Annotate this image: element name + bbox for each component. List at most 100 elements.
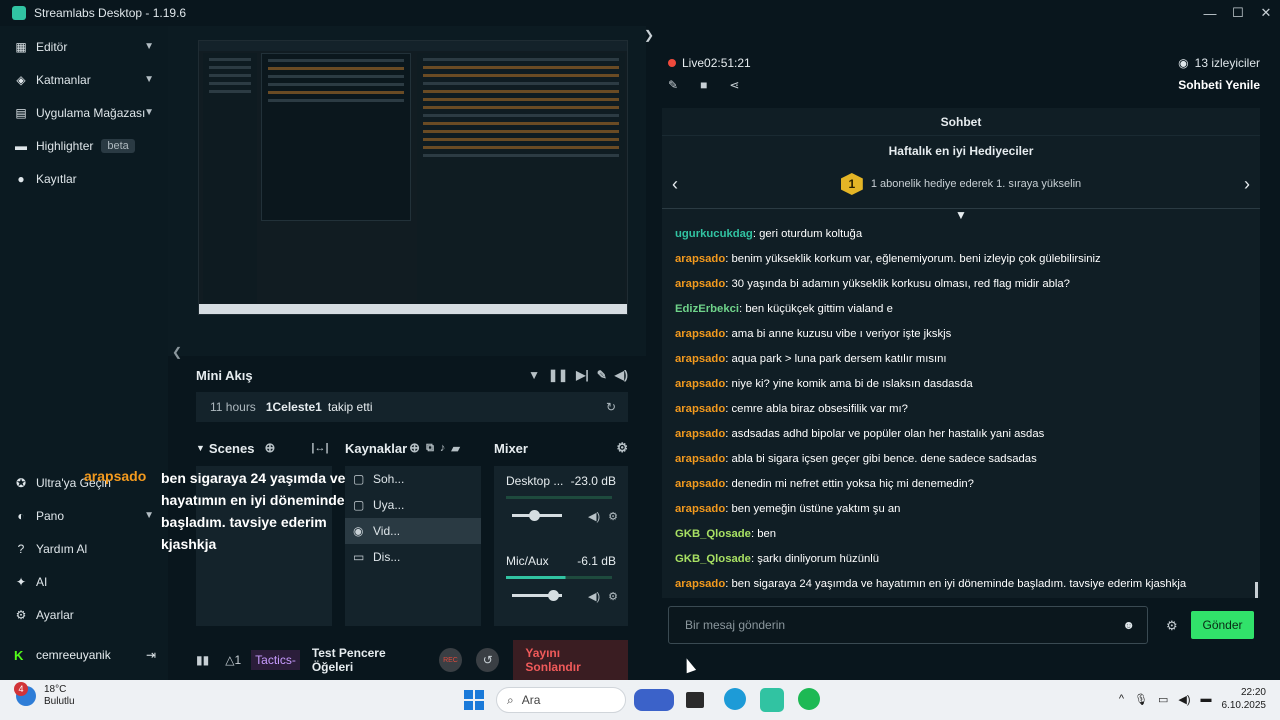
weather-widget[interactable]: 4 18°C Bulutlu [14,682,75,708]
tactics-button[interactable]: Tactics- [251,650,300,670]
test-widgets-button[interactable]: Test Pencere Öğeleri [312,646,427,674]
battery-icon[interactable]: ▬ [1201,693,1212,705]
chat-message: arapsado: cemre abla biraz obsesifilik v… [662,396,1260,421]
chat-username[interactable]: arapsado [675,353,725,365]
chevron-left-icon[interactable]: ❮ [172,345,182,359]
skip-icon[interactable]: ▶| [576,368,589,382]
transition-icon[interactable]: |↔| [311,442,328,454]
chat-username[interactable]: arapsado [675,453,725,465]
chevron-left-icon[interactable]: ‹ [672,174,678,195]
windows-start-icon[interactable] [464,690,484,710]
sidebar-item-help[interactable]: ? Yardım Al [0,532,168,565]
clock[interactable]: 22:20 6.10.2025 [1222,686,1267,712]
top-gifters-title: Haftalık en iyi Hediyeciler [888,144,1034,158]
user-profile[interactable]: K cemreeuyanik ⇥ [0,641,168,669]
chevron-down-icon[interactable]: ▼ [144,510,154,521]
gear-icon[interactable]: ⚙ [608,590,618,603]
record-button[interactable]: REC [438,648,463,672]
mixer-settings-icon[interactable]: ⚙ [616,440,628,456]
chat-username[interactable]: ugurkucukdag [675,228,753,240]
maximize-button[interactable]: ☐ [1224,0,1252,26]
chat-input[interactable]: Bir mesaj gönderin ☻ [668,606,1148,644]
minimize-button[interactable]: — [1196,0,1224,26]
display-icon[interactable]: ▭ [1158,693,1168,706]
volume-icon[interactable]: ◀) [1178,693,1190,706]
search-highlight-icon[interactable] [634,689,674,711]
sidebar-item-editor[interactable]: ▦ Editör ▼ [0,30,168,63]
volume-icon[interactable]: ◀) [588,510,600,523]
sidebar-item-layers[interactable]: ◈ Katmanlar ▼ [0,63,168,96]
volume-icon[interactable]: ◀) [615,368,628,382]
sidebar-item-settings[interactable]: ⚙ Ayarlar [0,598,168,631]
chevron-down-icon[interactable]: ▼ [196,443,205,453]
taskbar-search[interactable]: ⌕ Ara [496,687,626,713]
event-time: 11 hours [210,400,256,414]
chevron-down-icon[interactable]: ▼ [144,107,154,118]
stream-preview[interactable] [198,40,628,315]
mute-alerts-icon[interactable]: ✎ [597,368,607,382]
chat-username[interactable]: arapsado [675,503,725,515]
share-icon[interactable]: ⋖ [729,78,739,92]
volume-slider[interactable] [512,590,562,601]
close-button[interactable]: ✕ [1252,0,1280,26]
source-audio-icon[interactable]: ♪ [440,442,446,454]
chat-username[interactable]: GKB_Qlosade [675,553,751,565]
streamlabs-app-icon[interactable] [760,688,784,712]
chat-username[interactable]: arapsado [675,378,725,390]
chevron-down-icon[interactable]: ▼ [144,74,154,85]
sidebar-item-store[interactable]: ▤ Uygulama Mağazası ▼ [0,96,168,129]
sidebar-item-ai[interactable]: ✦ AI [0,565,168,598]
add-scene-icon[interactable]: ⊕ [264,440,275,456]
sidebar-item-label: Highlighter [36,138,94,153]
chat-username[interactable]: arapsado [675,403,725,415]
chevron-right-icon[interactable]: › [1244,174,1250,195]
refresh-icon[interactable]: ↻ [606,400,616,414]
emoji-icon[interactable]: ☻ [1122,618,1135,632]
chat-username[interactable]: EdizErbekci [675,303,739,315]
chat-filter-icon[interactable]: ▼ [662,209,1260,221]
chat-username[interactable]: arapsado [675,278,725,290]
chat-scrollbar[interactable] [1255,582,1258,598]
chevron-up-icon[interactable]: ^ [1119,693,1124,705]
store-icon: ▤ [15,105,27,120]
filter-icon[interactable]: ▼ [528,368,540,382]
alert-icon[interactable]: △1 [225,653,241,667]
chat-settings-icon[interactable]: ⚙ [1166,618,1178,634]
performance-icon[interactable]: ▮▮ [196,653,209,667]
chat-username[interactable]: arapsado [675,578,725,590]
chat-username[interactable]: arapsado [675,328,725,340]
edit-stream-icon[interactable]: ✎ [668,78,678,92]
sidebar-item-highlighter[interactable]: ▬ Highlighter beta [0,129,168,162]
slider-knob[interactable] [548,590,559,601]
volume-slider[interactable] [512,510,562,521]
source-group-icon[interactable]: ⧉ [426,442,434,455]
chevron-down-icon[interactable]: ▼ [144,41,154,52]
sidebar-item-recordings[interactable]: ● Kayıtlar [0,162,168,195]
end-stream-button[interactable]: Yayını Sonlandır [513,640,629,680]
replay-buffer-icon[interactable]: ↺ [476,648,500,672]
chat-username[interactable]: GKB_Qlosade [675,528,751,540]
gear-icon[interactable]: ⚙ [608,510,618,523]
sidebar-item-dashboard[interactable]: ◐ Pano ▼ [0,499,168,532]
sidebar-item-label: Pano [36,508,65,523]
send-button[interactable]: Gönder [1191,611,1254,639]
pause-icon[interactable]: ❚❚ [548,368,568,382]
chat-username[interactable]: arapsado [675,253,725,265]
chevron-right-icon[interactable]: ❯ [644,28,654,42]
viewer-count-label: 13 izleyiciler [1194,56,1260,70]
chat-username[interactable]: arapsado [675,478,725,490]
folder-icon[interactable]: ▰ [451,442,459,455]
video-icon[interactable]: ■ [700,78,707,92]
refresh-chat-button[interactable]: Sohbeti Yenile [1178,78,1260,92]
stream-tools-row: ✎ ■ ⋖ Sohbeti Yenile [668,76,1268,94]
logout-icon[interactable]: ⇥ [146,648,156,662]
spotify-icon[interactable] [798,688,820,710]
event-user: 1Celeste1 [265,400,322,414]
add-source-icon[interactable]: ⊕ [409,440,420,456]
slider-knob[interactable] [529,510,540,521]
microphone-icon[interactable]: 🎙 [1134,693,1148,706]
file-explorer-icon[interactable] [686,692,704,708]
volume-icon[interactable]: ◀) [588,590,600,603]
edge-browser-icon[interactable] [724,688,746,710]
chat-username[interactable]: arapsado [675,428,725,440]
